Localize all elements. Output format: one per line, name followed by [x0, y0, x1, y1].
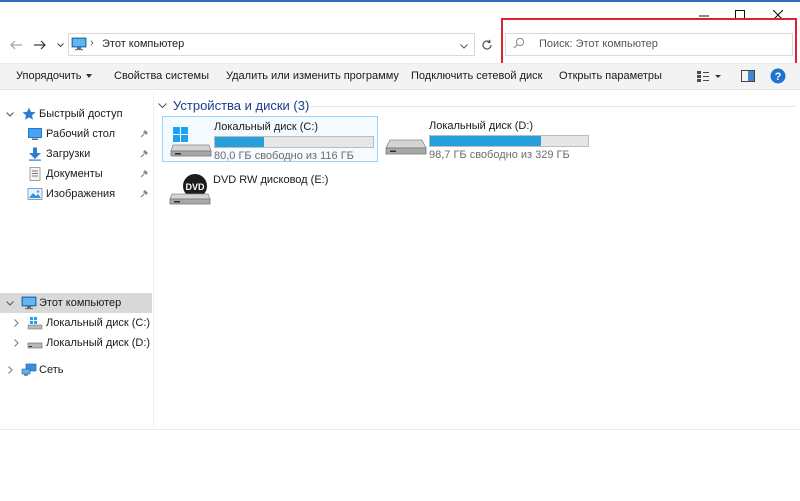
chevron-down-icon[interactable]: [5, 109, 15, 119]
command-bar: Упорядочить Свойства системы Удалить или…: [0, 63, 800, 90]
group-title: Устройства и диски (3): [173, 98, 310, 113]
recent-locations-button[interactable]: [55, 36, 65, 54]
breadcrumb-separator: ›: [90, 37, 94, 49]
pin-icon[interactable]: [139, 169, 149, 179]
nav-label: Рабочий стол: [46, 128, 116, 140]
nav-network[interactable]: Сеть: [0, 360, 152, 380]
pane-divider[interactable]: [153, 92, 154, 428]
arrow-right-icon: [34, 40, 46, 50]
preview-pane-button[interactable]: [741, 69, 755, 86]
status-divider: [0, 429, 800, 430]
svg-text:?: ?: [775, 71, 782, 83]
window-top-border: [0, 0, 800, 2]
drive-tile-e[interactable]: DVD DVD RW дисковод (E:): [162, 168, 378, 210]
search-icon: [513, 37, 525, 52]
refresh-button[interactable]: [477, 33, 497, 56]
nav-label: Локальный диск (C:): [46, 317, 151, 329]
organize-label: Упорядочить: [16, 70, 82, 82]
view-details-icon: [697, 71, 721, 82]
drive-usage-bar: [429, 135, 589, 147]
nav-quick-access[interactable]: Быстрый доступ: [0, 104, 152, 124]
nav-drive-c[interactable]: Локальный диск (C:): [0, 313, 152, 333]
chevron-right-icon[interactable]: [5, 365, 15, 375]
dvd-drive-icon: DVD: [168, 172, 212, 209]
view-options-button[interactable]: [696, 69, 724, 86]
nav-label: Изображения: [46, 188, 116, 200]
refresh-icon: [482, 39, 492, 50]
windows-drive-icon: [27, 316, 43, 330]
organize-button[interactable]: Упорядочить: [16, 70, 93, 82]
nav-label: Сеть: [39, 364, 64, 376]
back-button[interactable]: [7, 36, 25, 54]
svg-text:DVD: DVD: [185, 182, 205, 192]
drive-icon: [384, 124, 428, 159]
uninstall-program-button[interactable]: Удалить или изменить программу: [226, 70, 399, 82]
drive-name: Локальный диск (C:): [214, 121, 319, 133]
nav-label: Загрузки: [46, 148, 91, 160]
nav-label: Этот компьютер: [39, 297, 122, 309]
drive-tile-c[interactable]: Локальный диск (C:) 80,0 ГБ свободно из …: [162, 116, 378, 162]
nav-downloads[interactable]: Загрузки: [0, 144, 152, 164]
network-icon: [21, 363, 37, 377]
preview-pane-icon: [741, 70, 755, 82]
chevron-down-icon: [460, 44, 468, 49]
drive-icon: [27, 336, 43, 350]
drive-name: DVD RW дисковод (E:): [213, 174, 329, 186]
nav-this-pc[interactable]: Этот компьютер: [0, 293, 152, 313]
open-settings-button[interactable]: Открыть параметры: [559, 70, 662, 82]
drive-free-space: 98,7 ГБ свободно из 329 ГБ: [429, 149, 570, 161]
arrow-left-icon: [10, 40, 22, 50]
search-placeholder: Поиск: Этот компьютер: [539, 38, 658, 50]
drive-tile-d[interactable]: Локальный диск (D:) 98,7 ГБ свободно из …: [378, 116, 598, 162]
forward-button[interactable]: [31, 36, 49, 54]
documents-icon: [27, 167, 43, 181]
chevron-down-icon: [56, 42, 64, 47]
address-bar[interactable]: › Этот компьютер: [68, 33, 475, 56]
star-icon: [22, 107, 38, 121]
chevron-right-icon[interactable]: [11, 338, 21, 348]
chevron-down-icon[interactable]: [5, 298, 15, 308]
help-icon: ?: [770, 68, 786, 84]
computer-icon: [71, 37, 87, 54]
pictures-icon: [27, 187, 43, 201]
breadcrumb[interactable]: Этот компьютер: [102, 38, 184, 50]
drive-usage-fill: [215, 137, 264, 147]
computer-icon: [21, 296, 37, 310]
map-network-drive-button[interactable]: Подключить сетевой диск: [411, 70, 542, 82]
nav-desktop[interactable]: Рабочий стол: [0, 124, 152, 144]
pin-icon[interactable]: [139, 149, 149, 159]
downloads-icon: [27, 147, 43, 161]
pin-icon[interactable]: [139, 129, 149, 139]
chevron-right-icon[interactable]: [11, 318, 21, 328]
group-divider: [310, 106, 795, 107]
caret-down-icon: [86, 74, 93, 79]
nav-documents[interactable]: Документы: [0, 164, 152, 184]
nav-pictures[interactable]: Изображения: [0, 184, 152, 204]
drive-usage-bar: [214, 136, 374, 148]
help-button[interactable]: ?: [770, 68, 786, 87]
nav-label: Документы: [46, 168, 103, 180]
windows-drive-icon: [169, 125, 213, 160]
drive-name: Локальный диск (D:): [429, 120, 534, 132]
nav-drive-d[interactable]: Локальный диск (D:): [0, 333, 152, 353]
nav-label: Локальный диск (D:): [46, 337, 151, 349]
chevron-down-icon[interactable]: [158, 100, 167, 112]
drive-usage-fill: [430, 136, 541, 146]
group-header[interactable]: Устройства и диски (3): [158, 98, 309, 113]
desktop-icon: [27, 127, 43, 141]
drive-free-space: 80,0 ГБ свободно из 116 ГБ: [214, 150, 354, 162]
address-dropdown-button[interactable]: [460, 40, 468, 52]
pin-icon[interactable]: [139, 189, 149, 199]
nav-label: Быстрый доступ: [39, 108, 123, 120]
system-properties-button[interactable]: Свойства системы: [114, 70, 209, 82]
